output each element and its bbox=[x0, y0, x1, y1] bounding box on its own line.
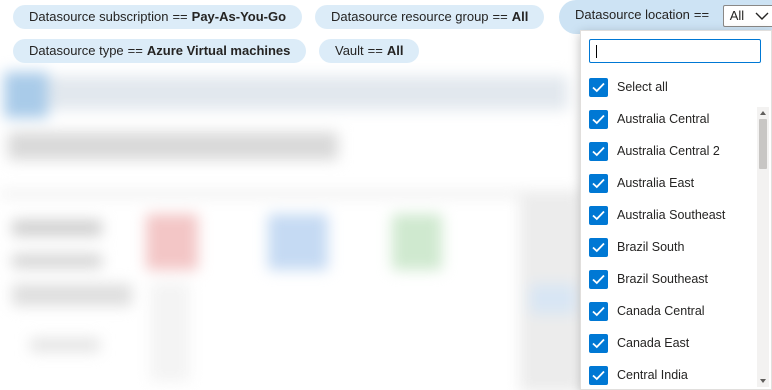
location-select-value: All bbox=[729, 7, 745, 23]
option-label: Brazil South bbox=[617, 240, 685, 254]
option-label: Select all bbox=[617, 80, 668, 94]
option-label: Canada East bbox=[617, 336, 690, 350]
page: Datasource subscription == Pay-As-You-Go D… bbox=[0, 0, 772, 390]
option-label: Australia Southeast bbox=[617, 208, 726, 222]
location-option[interactable]: Central India bbox=[589, 365, 757, 385]
checkbox[interactable] bbox=[589, 77, 608, 97]
select-all-option[interactable]: Select all bbox=[589, 77, 757, 97]
filter-value: Azure Virtual machines bbox=[146, 43, 291, 58]
filter-operator: == bbox=[367, 43, 383, 58]
filter-pill-location[interactable]: Datasource location == All bbox=[559, 0, 772, 34]
checkmark-icon bbox=[592, 210, 605, 220]
filter-pill-subscription[interactable]: Datasource subscription == Pay-As-You-Go bbox=[13, 5, 303, 29]
filter-value: All bbox=[511, 9, 529, 24]
checkmark-icon bbox=[592, 242, 605, 252]
checkbox[interactable] bbox=[589, 109, 608, 129]
checkmark-icon bbox=[592, 338, 605, 348]
checkmark-icon bbox=[592, 178, 605, 188]
location-option[interactable]: Australia Central bbox=[589, 109, 757, 129]
location-option[interactable]: Australia Southeast bbox=[589, 205, 757, 225]
location-select[interactable]: All bbox=[722, 4, 772, 27]
checkbox[interactable] bbox=[589, 173, 608, 193]
location-dropdown: Select all Australia Central Australia Cen… bbox=[580, 30, 772, 390]
location-option[interactable]: Australia Central 2 bbox=[589, 141, 757, 161]
option-label: Australia Central 2 bbox=[617, 144, 720, 158]
chevron-down-icon bbox=[755, 12, 769, 20]
filter-value: All bbox=[386, 43, 404, 58]
filter-field: Datasource subscription bbox=[29, 9, 169, 24]
checkmark-icon bbox=[592, 146, 605, 156]
checkbox[interactable] bbox=[589, 301, 608, 321]
scroll-up-arrow-icon[interactable] bbox=[759, 109, 767, 117]
checkmark-icon bbox=[592, 274, 605, 284]
location-option[interactable]: Brazil Southeast bbox=[589, 269, 757, 289]
location-option[interactable]: Canada Central bbox=[589, 301, 757, 321]
checkbox[interactable] bbox=[589, 141, 608, 161]
checkmark-icon bbox=[592, 82, 605, 92]
checkbox[interactable] bbox=[589, 333, 608, 353]
filter-operator: == bbox=[127, 43, 143, 58]
option-label: Central India bbox=[617, 368, 688, 382]
location-option[interactable]: Australia East bbox=[589, 173, 757, 193]
location-option[interactable]: Canada East bbox=[589, 333, 757, 353]
checkbox[interactable] bbox=[589, 205, 608, 225]
filter-field: Datasource location bbox=[575, 7, 690, 22]
option-label: Australia Central bbox=[617, 112, 710, 126]
checkbox[interactable] bbox=[589, 269, 608, 289]
option-label: Brazil Southeast bbox=[617, 272, 709, 286]
scroll-thumb[interactable] bbox=[759, 119, 767, 169]
option-label: Canada Central bbox=[617, 304, 705, 318]
dropdown-search-input[interactable] bbox=[589, 39, 761, 63]
filter-value: Pay-As-You-Go bbox=[191, 9, 287, 24]
checkbox[interactable] bbox=[589, 237, 608, 257]
option-label: Australia East bbox=[617, 176, 695, 190]
filter-field: Vault bbox=[335, 43, 364, 58]
filter-pill-resource-group[interactable]: Datasource resource group == All bbox=[315, 5, 545, 29]
filter-operator: == bbox=[693, 7, 710, 22]
checkmark-icon bbox=[592, 370, 605, 380]
filter-pill-vault[interactable]: Vault == All bbox=[319, 39, 420, 63]
filter-pill-datasource-type[interactable]: Datasource type == Azure Virtual machines bbox=[13, 39, 307, 63]
dropdown-scrollbar[interactable] bbox=[757, 107, 769, 387]
filter-field: Datasource type bbox=[29, 43, 124, 58]
filter-field: Datasource resource group bbox=[331, 9, 489, 24]
checkmark-icon bbox=[592, 306, 605, 316]
filter-operator: == bbox=[172, 9, 188, 24]
checkmark-icon bbox=[592, 114, 605, 124]
checkbox[interactable] bbox=[589, 365, 608, 385]
scroll-down-arrow-icon[interactable] bbox=[759, 377, 767, 385]
filter-operator: == bbox=[492, 9, 508, 24]
text-caret bbox=[596, 45, 597, 58]
location-option[interactable]: Brazil South bbox=[589, 237, 757, 257]
